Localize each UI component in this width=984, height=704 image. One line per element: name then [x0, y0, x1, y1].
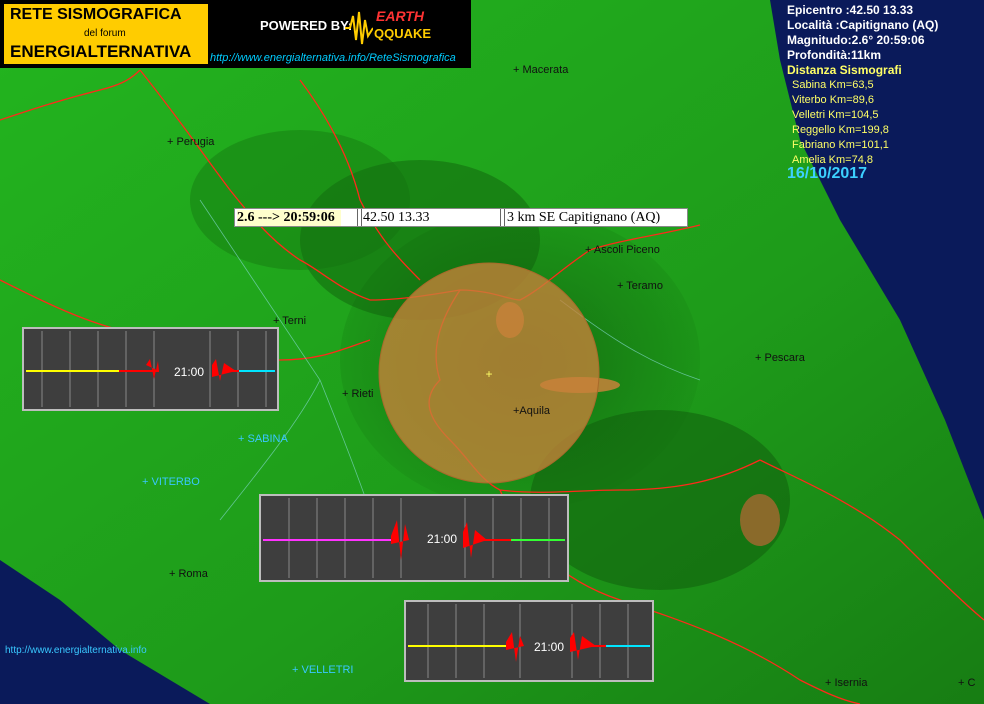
event-bar: 2.6 ---> 20:59:06 42.50 13.33 3 km SE Ca…: [234, 208, 688, 227]
event-coords: 42.50 13.33: [363, 210, 430, 225]
seismogram-time: 21:00: [534, 640, 565, 654]
seismogram-time: 21:00: [174, 365, 205, 379]
event-date: 16/10/2017: [787, 165, 868, 182]
seismogram-3: 21:00: [404, 600, 654, 682]
city-macerata: + Macerata: [513, 64, 569, 76]
distanza-item: Viterbo Km=89,6: [792, 94, 875, 106]
event-place: 3 km SE Capitignano (AQ): [507, 210, 661, 225]
seismogram-2: 21:00: [259, 494, 569, 582]
header-banner: RETE SISMOGRAFICA del forum ENERGIALTERN…: [0, 0, 471, 68]
distanza-item: Velletri Km=104,5: [792, 109, 879, 121]
footer-url[interactable]: http://www.energialternativa.info: [5, 645, 147, 656]
banner-brand: ENERGIALTERNATIVA: [10, 42, 192, 61]
powered-by: POWERED BY:: [260, 18, 353, 33]
banner-subtitle: del forum: [84, 28, 126, 39]
logo-earth: EARTH: [376, 8, 424, 24]
city-isernia: + Isernia: [825, 677, 868, 689]
banner-title: RETE SISMOGRAFICA: [10, 6, 182, 23]
logo-quake: QQUAKE: [374, 26, 432, 41]
event-divider-1: [357, 209, 362, 226]
city-roma: + Roma: [169, 568, 208, 580]
event-divider-2: [500, 209, 505, 226]
city-teramo: + Teramo: [617, 280, 663, 292]
distanza-item: Fabriano Km=101,1: [792, 139, 889, 151]
seismogram-trace: [26, 331, 275, 407]
distanza-item: Sabina Km=63,5: [792, 79, 874, 91]
station-velletri: + VELLETRI: [292, 664, 354, 676]
city-ascoli: + Ascoli Piceno: [585, 244, 660, 256]
info-localita: Località :Capitignano (AQ): [787, 18, 939, 32]
banner-url[interactable]: http://www.energialternativa.info/ReteSi…: [210, 52, 456, 64]
city-aquila: +Aquila: [513, 405, 551, 417]
info-profondita: Profondità:11km: [787, 48, 882, 62]
event-magnitude-time: 2.6 ---> 20:59:06: [237, 210, 341, 226]
info-epicentro: Epicentro :42.50 13.33: [787, 3, 914, 17]
distanza-item: Reggello Km=199,8: [792, 124, 889, 136]
seismo-logo-icon: [345, 11, 373, 45]
city-rieti: + Rieti: [342, 388, 374, 400]
station-sabina: + SABINA: [238, 433, 288, 445]
seismogram-time: 21:00: [427, 532, 458, 546]
svg-text:+: +: [485, 367, 492, 381]
city-pescara: + Pescara: [755, 352, 805, 364]
city-perugia: + Perugia: [167, 136, 215, 148]
city-terni: + Terni: [273, 315, 307, 327]
city-c: + C: [958, 677, 976, 689]
seismogram-trace: [263, 498, 565, 578]
distanze-title: Distanza Sismografi: [787, 63, 902, 77]
station-viterbo: + VITERBO: [142, 476, 200, 488]
seismogram-1: 21:00: [22, 327, 279, 411]
seismogram-trace: [408, 604, 650, 678]
info-magnitudo: Magnitudo:2.6° 20:59:06: [787, 33, 925, 47]
